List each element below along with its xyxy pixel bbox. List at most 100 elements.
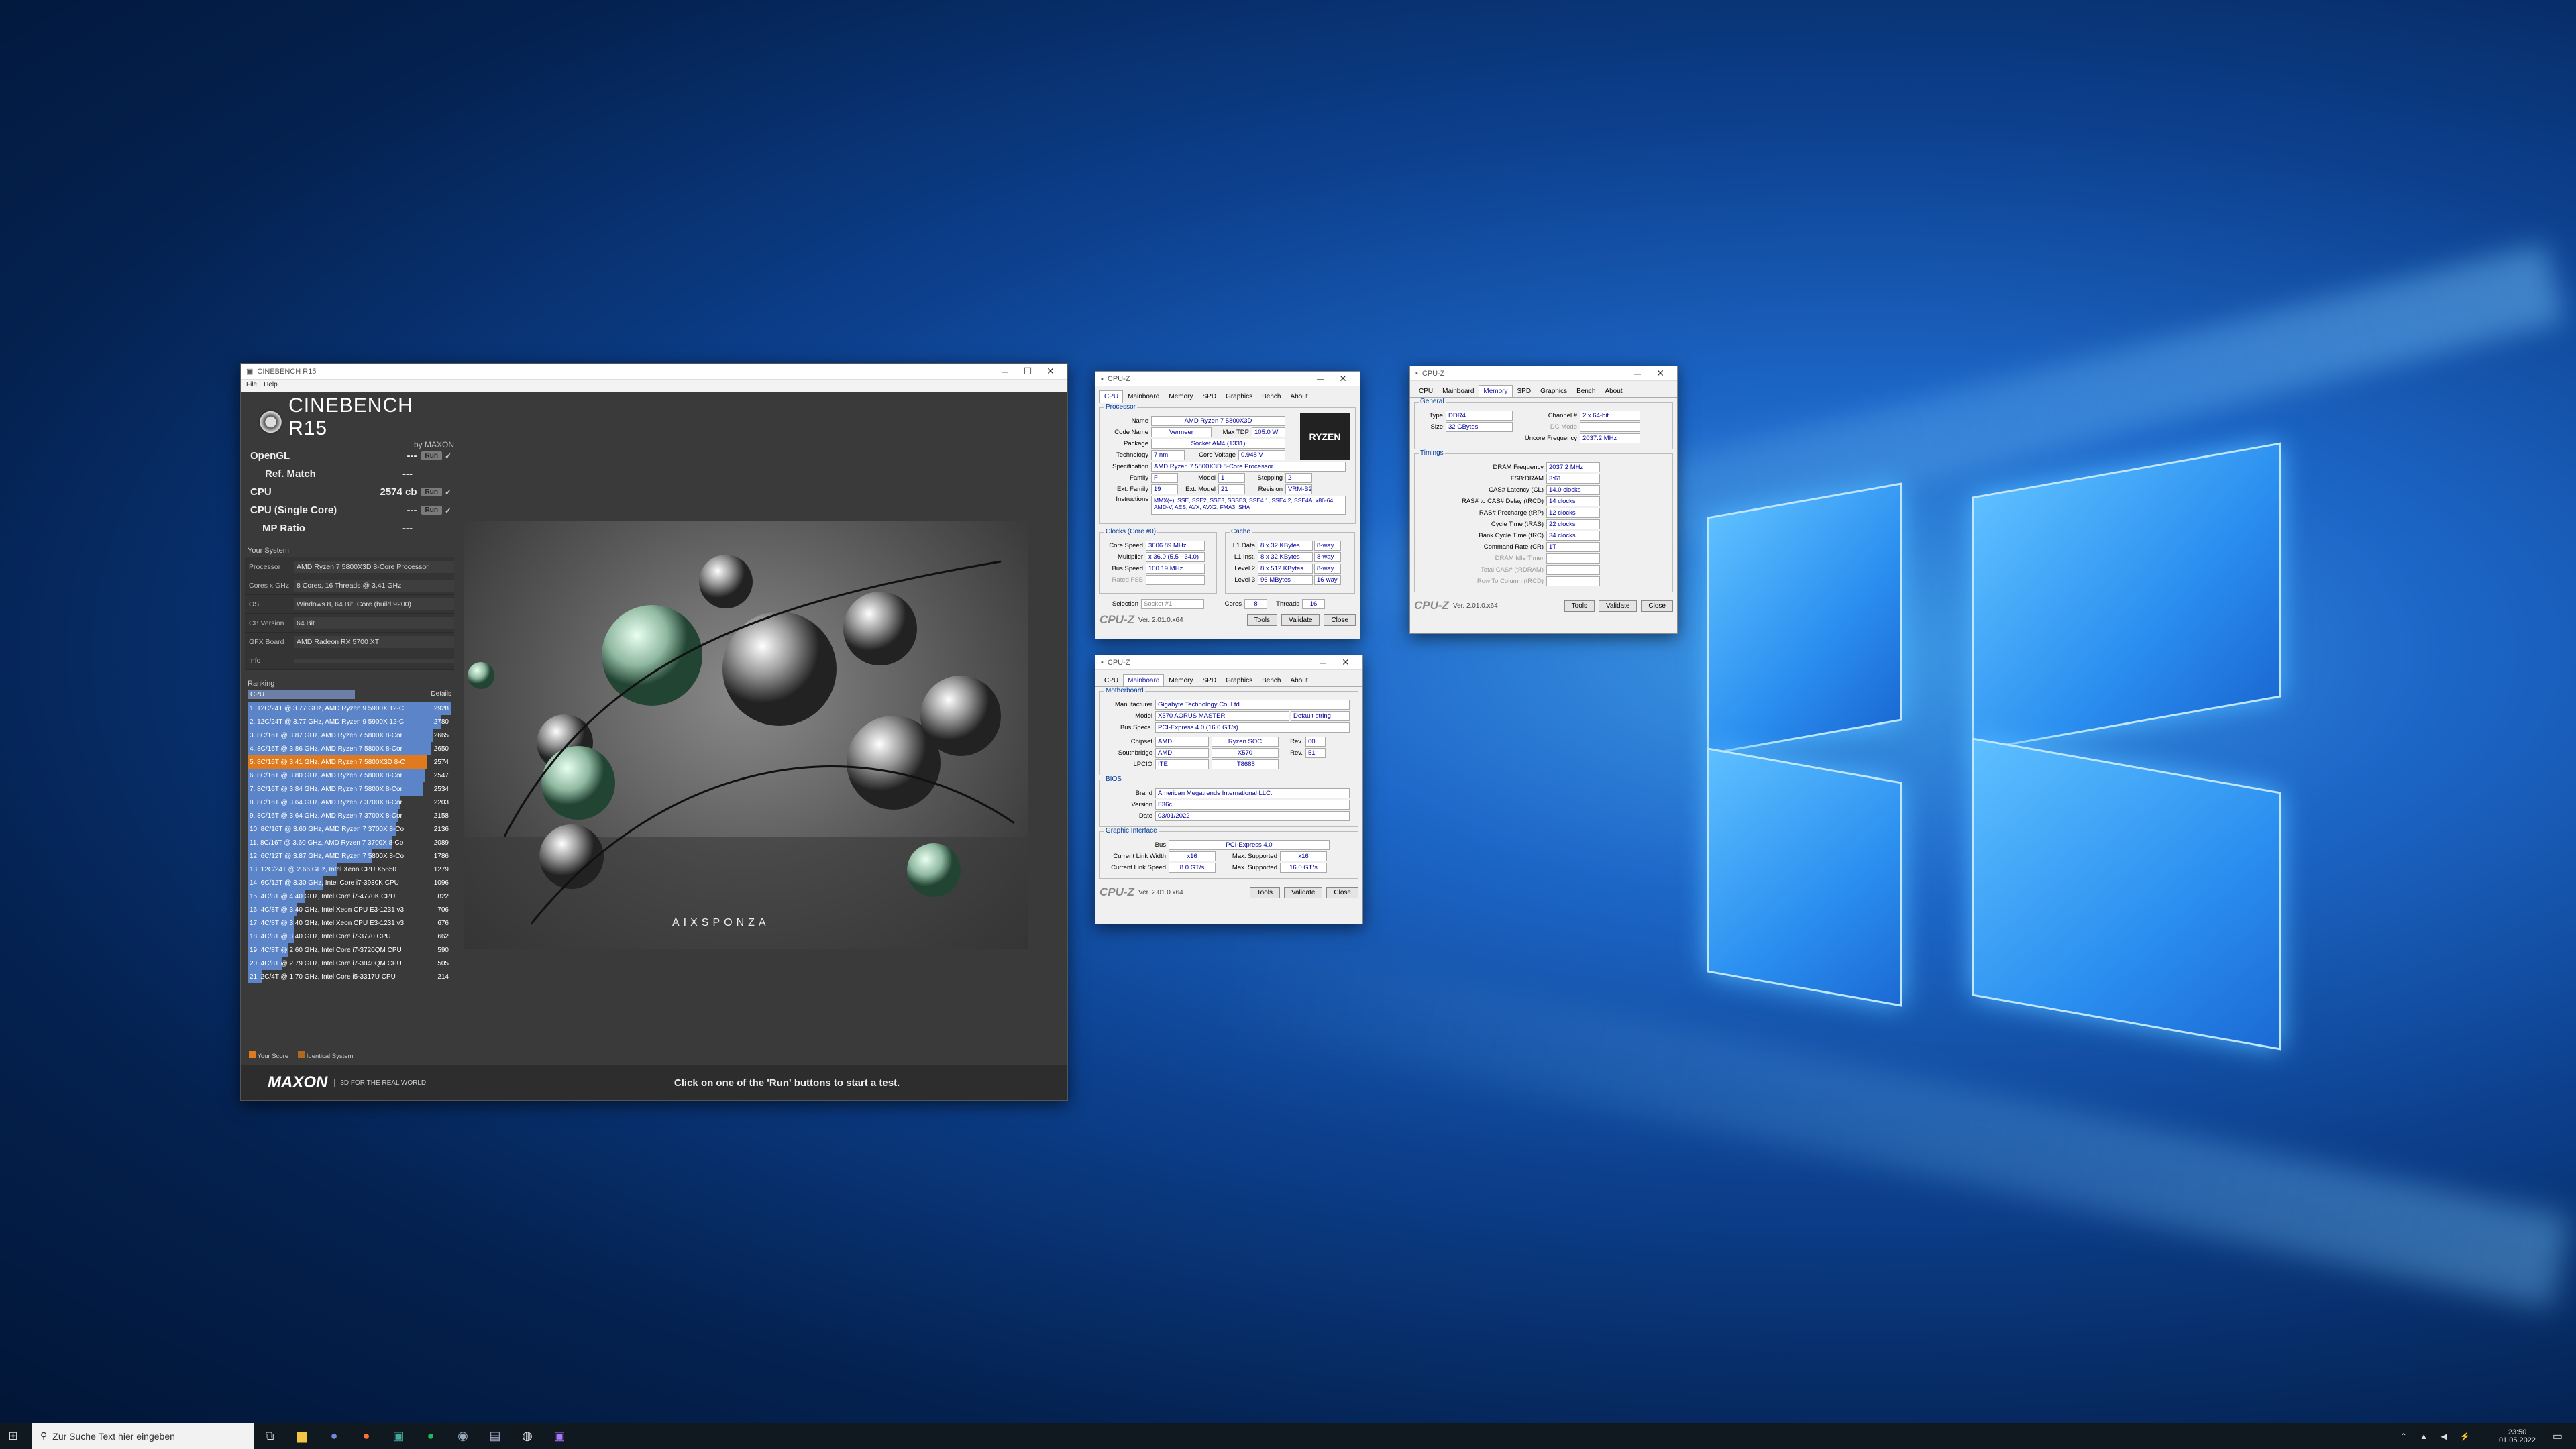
close-button[interactable]: Close — [1326, 886, 1358, 898]
tab-bench[interactable]: Bench — [1257, 390, 1285, 402]
tab-cpu[interactable]: CPU — [1099, 674, 1123, 686]
close-button[interactable]: Close — [1641, 600, 1673, 612]
run-button[interactable]: Run — [421, 506, 442, 515]
ranking-item[interactable]: 7. 8C/16T @ 3.84 GHz, AMD Ryzen 7 5800X … — [248, 782, 451, 796]
tab-about[interactable]: About — [1285, 674, 1312, 686]
checkbox[interactable]: ✓ — [445, 506, 454, 515]
checkbox[interactable]: ✓ — [445, 451, 454, 461]
ranking-item[interactable]: 4. 8C/16T @ 3.86 GHz, AMD Ryzen 7 5800X … — [248, 742, 451, 755]
ranking-item[interactable]: 11. 8C/16T @ 3.60 GHz, AMD Ryzen 7 3700X… — [248, 836, 451, 849]
cinebench-taskbar-icon[interactable]: ◍ — [511, 1429, 543, 1443]
ranking-item[interactable]: 8. 8C/16T @ 3.64 GHz, AMD Ryzen 7 3700X … — [248, 796, 451, 809]
minimize-icon[interactable]: ─ — [1309, 374, 1332, 384]
ranking-item[interactable]: 10. 8C/16T @ 3.60 GHz, AMD Ryzen 7 3700X… — [248, 822, 451, 836]
ranking-item[interactable]: 13. 12C/24T @ 2.66 GHz, Intel Xeon CPU X… — [248, 863, 451, 876]
minimize-icon[interactable]: ─ — [1626, 368, 1649, 379]
checkbox[interactable]: ✓ — [445, 488, 454, 497]
ranking-select[interactable]: CPU — [248, 690, 355, 699]
start-icon[interactable]: ⊞ — [8, 1429, 18, 1443]
tab-bench[interactable]: Bench — [1572, 385, 1600, 397]
tab-memory[interactable]: Memory — [1164, 674, 1197, 686]
tools-button[interactable]: Tools — [1246, 614, 1278, 626]
validate-button[interactable]: Validate — [1281, 614, 1320, 626]
tab-spd[interactable]: SPD — [1513, 385, 1536, 397]
discord-icon[interactable]: ● — [318, 1429, 350, 1443]
tab-spd[interactable]: SPD — [1198, 674, 1222, 686]
tab-graphics[interactable]: Graphics — [1536, 385, 1572, 397]
cpuz-taskbar-icon[interactable]: ▣ — [543, 1429, 576, 1443]
minimize-icon[interactable]: ─ — [1311, 657, 1334, 668]
ranking-item[interactable]: 21. 2C/4T @ 1.70 GHz, Intel Core i5-3317… — [248, 970, 451, 983]
ranking-item[interactable]: 18. 4C/8T @ 3.40 GHz, Intel Core i7-3770… — [248, 930, 451, 943]
ranking-item[interactable]: 5. 8C/16T @ 3.41 GHz, AMD Ryzen 7 5800X3… — [248, 755, 451, 769]
taskbar-search[interactable]: ⚲ Zur Suche Text hier eingeben — [32, 1423, 254, 1449]
cpuz-cpu-window[interactable]: ▪ CPU-Z ─ ✕ CPU Mainboard Memory SPD Graph… — [1095, 371, 1360, 639]
tab-graphics[interactable]: Graphics — [1221, 674, 1257, 686]
tab-mainboard[interactable]: Mainboard — [1438, 385, 1479, 397]
task-view-icon[interactable]: ⧉ — [254, 1429, 286, 1443]
windows-logo-pane — [1972, 737, 2281, 1051]
ranking-list[interactable]: 1. 12C/24T @ 3.77 GHz, AMD Ryzen 9 5900X… — [245, 702, 454, 983]
validate-button[interactable]: Validate — [1599, 600, 1638, 612]
test-row-single: CPU (Single Core) --- Run ✓ — [245, 501, 454, 519]
close-icon[interactable]: ✕ — [1649, 368, 1672, 379]
tab-bench[interactable]: Bench — [1257, 674, 1285, 686]
close-icon[interactable]: ✕ — [1039, 366, 1062, 377]
tab-cpu[interactable]: CPU — [1099, 390, 1124, 402]
ranking-item[interactable]: 19. 4C/8T @ 2.60 GHz, Intel Core i7-3720… — [248, 943, 451, 957]
run-button[interactable]: Run — [421, 451, 442, 460]
tab-memory[interactable]: Memory — [1479, 385, 1513, 397]
cpuz-mainboard-window[interactable]: ▪ CPU-Z ─ ✕ CPU Mainboard Memory SPD Graph… — [1095, 655, 1363, 924]
ranking-item[interactable]: 3. 8C/16T @ 3.87 GHz, AMD Ryzen 7 5800X … — [248, 729, 451, 742]
clock[interactable]: 23:50 01.05.2022 — [2499, 1428, 2536, 1444]
cpuz-titlebar[interactable]: ▪ CPU-Z ─ ✕ — [1095, 372, 1360, 386]
tab-mainboard[interactable]: Mainboard — [1123, 390, 1164, 402]
close-button[interactable]: Close — [1324, 614, 1356, 626]
tab-mainboard[interactable]: Mainboard — [1123, 674, 1165, 686]
ranking-item[interactable]: 12. 6C/12T @ 3.87 GHz, AMD Ryzen 7 5800X… — [248, 849, 451, 863]
tab-cpu[interactable]: CPU — [1414, 385, 1438, 397]
validate-button[interactable]: Validate — [1284, 886, 1323, 898]
ranking-item[interactable]: 17. 4C/8T @ 3.40 GHz, Intel Xeon CPU E3-… — [248, 916, 451, 930]
tab-graphics[interactable]: Graphics — [1221, 390, 1257, 402]
tray-icons[interactable]: ⌃ ▲ ◀ ⚡ — [2400, 1432, 2475, 1441]
firefox-icon[interactable]: ● — [350, 1429, 382, 1443]
ranking-item[interactable]: 1. 12C/24T @ 3.77 GHz, AMD Ryzen 9 5900X… — [248, 702, 451, 715]
cpuz-tabs: CPU Mainboard Memory SPD Graphics Bench … — [1095, 670, 1362, 687]
details-button[interactable]: Details — [431, 690, 451, 699]
cinebench-window[interactable]: ▣ CINEBENCH R15 ─ ☐ ✕ File Help CINEBENC… — [240, 363, 1068, 1101]
maximize-icon[interactable]: ☐ — [1016, 366, 1039, 377]
ranking-item[interactable]: 20. 4C/8T @ 2.79 GHz, Intel Core i7-3840… — [248, 957, 451, 970]
maxon-logo: MAXON — [268, 1073, 328, 1091]
selection-dropdown[interactable]: Socket #1 — [1141, 599, 1204, 609]
tools-button[interactable]: Tools — [1564, 600, 1595, 612]
steam-icon[interactable]: ◉ — [447, 1429, 479, 1443]
ranking-item[interactable]: 14. 6C/12T @ 3.30 GHz, Intel Core i7-393… — [248, 876, 451, 890]
file-explorer-icon[interactable]: ▆ — [286, 1429, 318, 1443]
cpuz-titlebar[interactable]: ▪ CPU-Z ─ ✕ — [1095, 655, 1362, 670]
package: Socket AM4 (1331) — [1151, 439, 1285, 449]
ranking-item[interactable]: 9. 8C/16T @ 3.64 GHz, AMD Ryzen 7 3700X … — [248, 809, 451, 822]
app-icon[interactable]: ▤ — [479, 1429, 511, 1443]
cpuz-memory-window[interactable]: ▪ CPU-Z ─ ✕ CPU Mainboard Memory SPD Graph… — [1409, 366, 1678, 634]
ranking-item[interactable]: 15. 4C/8T @ 4.40 GHz, Intel Core i7-4770… — [248, 890, 451, 903]
ranking-item[interactable]: 6. 8C/16T @ 3.80 GHz, AMD Ryzen 7 5800X … — [248, 769, 451, 782]
tab-spd[interactable]: SPD — [1198, 390, 1222, 402]
run-button[interactable]: Run — [421, 488, 442, 496]
menu-help[interactable]: Help — [264, 381, 278, 390]
ranking-item[interactable]: 16. 4C/8T @ 3.40 GHz, Intel Xeon CPU E3-… — [248, 903, 451, 916]
cpuz-titlebar[interactable]: ▪ CPU-Z ─ ✕ — [1410, 366, 1677, 381]
close-icon[interactable]: ✕ — [1334, 657, 1357, 668]
tools-button[interactable]: Tools — [1249, 886, 1281, 898]
close-icon[interactable]: ✕ — [1332, 373, 1354, 384]
tab-about[interactable]: About — [1285, 390, 1312, 402]
minimize-icon[interactable]: ─ — [994, 366, 1016, 377]
ranking-item[interactable]: 2. 12C/24T @ 3.77 GHz, AMD Ryzen 9 5900X… — [248, 715, 451, 729]
tab-about[interactable]: About — [1600, 385, 1627, 397]
app-icon[interactable]: ▣ — [382, 1429, 415, 1443]
menu-file[interactable]: File — [246, 381, 257, 390]
tab-memory[interactable]: Memory — [1164, 390, 1197, 402]
spotify-icon[interactable]: ● — [415, 1429, 447, 1443]
cinebench-titlebar[interactable]: ▣ CINEBENCH R15 ─ ☐ ✕ — [241, 364, 1067, 380]
notification-icon[interactable]: ▭ — [2553, 1430, 2563, 1443]
